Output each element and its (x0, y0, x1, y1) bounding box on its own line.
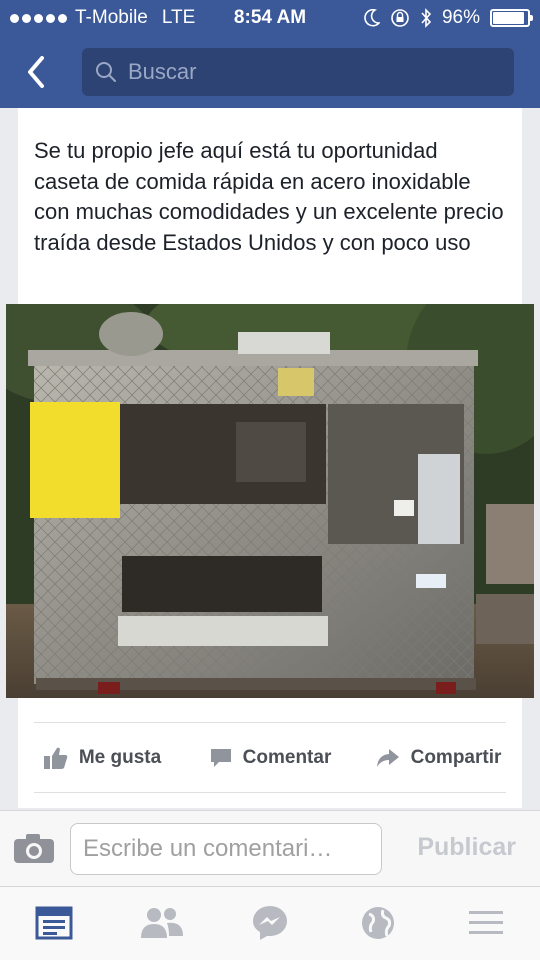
news-feed-icon (35, 906, 73, 940)
moon-icon (364, 9, 380, 27)
post-bottom-divider (34, 792, 506, 793)
battery-icon (490, 9, 533, 27)
post-divider (34, 722, 506, 723)
like-button[interactable]: Me gusta (18, 730, 186, 786)
camera-icon[interactable] (12, 831, 56, 865)
tab-bar (0, 886, 540, 960)
post-actions: Me gusta Comentar Compartir (18, 730, 522, 786)
search-icon (96, 62, 116, 82)
messenger-icon (253, 906, 287, 940)
menu-icon (469, 911, 503, 934)
status-right: 96% (364, 7, 533, 29)
chevron-left-icon (28, 56, 44, 88)
bluetooth-icon (421, 8, 432, 28)
friends-icon (141, 908, 183, 938)
comment-input[interactable] (70, 823, 382, 875)
share-arrow-icon (376, 749, 399, 767)
nav-bar (0, 36, 540, 108)
rotation-lock-icon (391, 9, 409, 27)
thumbs-up-icon (43, 747, 68, 769)
tab-friends[interactable] (138, 901, 186, 945)
globe-icon (362, 907, 394, 939)
tab-menu[interactable] (462, 901, 510, 945)
post-photo[interactable] (6, 304, 534, 698)
post-card: Se tu propio jefe aquí está tu oportunid… (6, 108, 534, 808)
food-stand-photo (6, 304, 534, 698)
back-button[interactable] (18, 52, 58, 92)
comment-button[interactable]: Comentar (186, 730, 354, 786)
battery-fill (493, 12, 524, 24)
comment-bar: Publicar (0, 810, 540, 886)
comment-icon (210, 749, 231, 767)
battery-percent: 96% (441, 7, 480, 28)
search-bar[interactable] (82, 48, 514, 96)
status-bar: T-Mobile LTE 8:54 AM 96% (0, 0, 540, 36)
share-label: Compartir (410, 747, 502, 768)
post-text: Se tu propio jefe aquí está tu oportunid… (34, 138, 504, 255)
publish-button[interactable]: Publicar (417, 833, 516, 862)
share-button[interactable]: Compartir (354, 730, 522, 786)
tab-messenger[interactable] (246, 901, 294, 945)
search-input[interactable] (128, 59, 488, 85)
comment-label: Comentar (242, 747, 332, 768)
tab-notifications[interactable] (354, 901, 402, 945)
tab-news-feed[interactable] (30, 901, 78, 945)
like-label: Me gusta (78, 747, 162, 768)
